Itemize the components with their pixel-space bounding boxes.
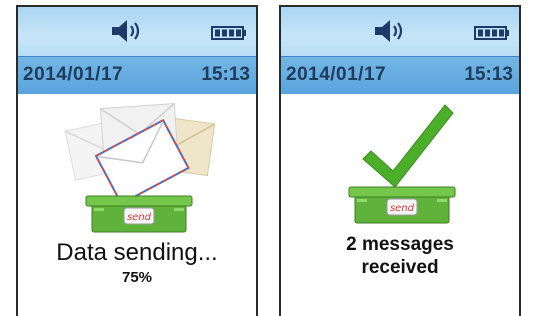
status-message: 2 messages received: [281, 233, 519, 279]
progress-percent: 75%: [121, 269, 153, 286]
checkmark-send-box-icon: send: [348, 104, 456, 224]
status-message-line-2: received: [361, 257, 439, 278]
status-message-line-1: 2 messages: [346, 234, 454, 255]
svg-text:send: send: [127, 212, 152, 223]
speaker-volume-icon: [112, 20, 140, 42]
time-label: 15:13: [201, 64, 250, 85]
svg-text:send: send: [390, 203, 415, 214]
battery-full-icon: [211, 26, 246, 40]
status-message: Data sending...: [56, 239, 218, 266]
date-time-bar: 2014/01/17 15:13: [281, 56, 519, 94]
envelopes-into-send-box-icon: send: [64, 102, 216, 233]
status-bar: [18, 7, 256, 56]
time-label: 15:13: [464, 64, 513, 85]
status-bar: [281, 7, 519, 56]
date-label: 2014/01/17: [23, 64, 124, 85]
device-screen-received: 2014/01/17 15:13 send 2 messages receive…: [279, 5, 521, 316]
battery-full-icon: [474, 26, 509, 40]
speaker-volume-icon: [375, 20, 403, 42]
date-time-bar: 2014/01/17 15:13: [18, 56, 256, 94]
date-label: 2014/01/17: [286, 64, 387, 85]
device-screen-sending: 2014/01/17 15:13 send Data sending... 75…: [16, 5, 258, 316]
